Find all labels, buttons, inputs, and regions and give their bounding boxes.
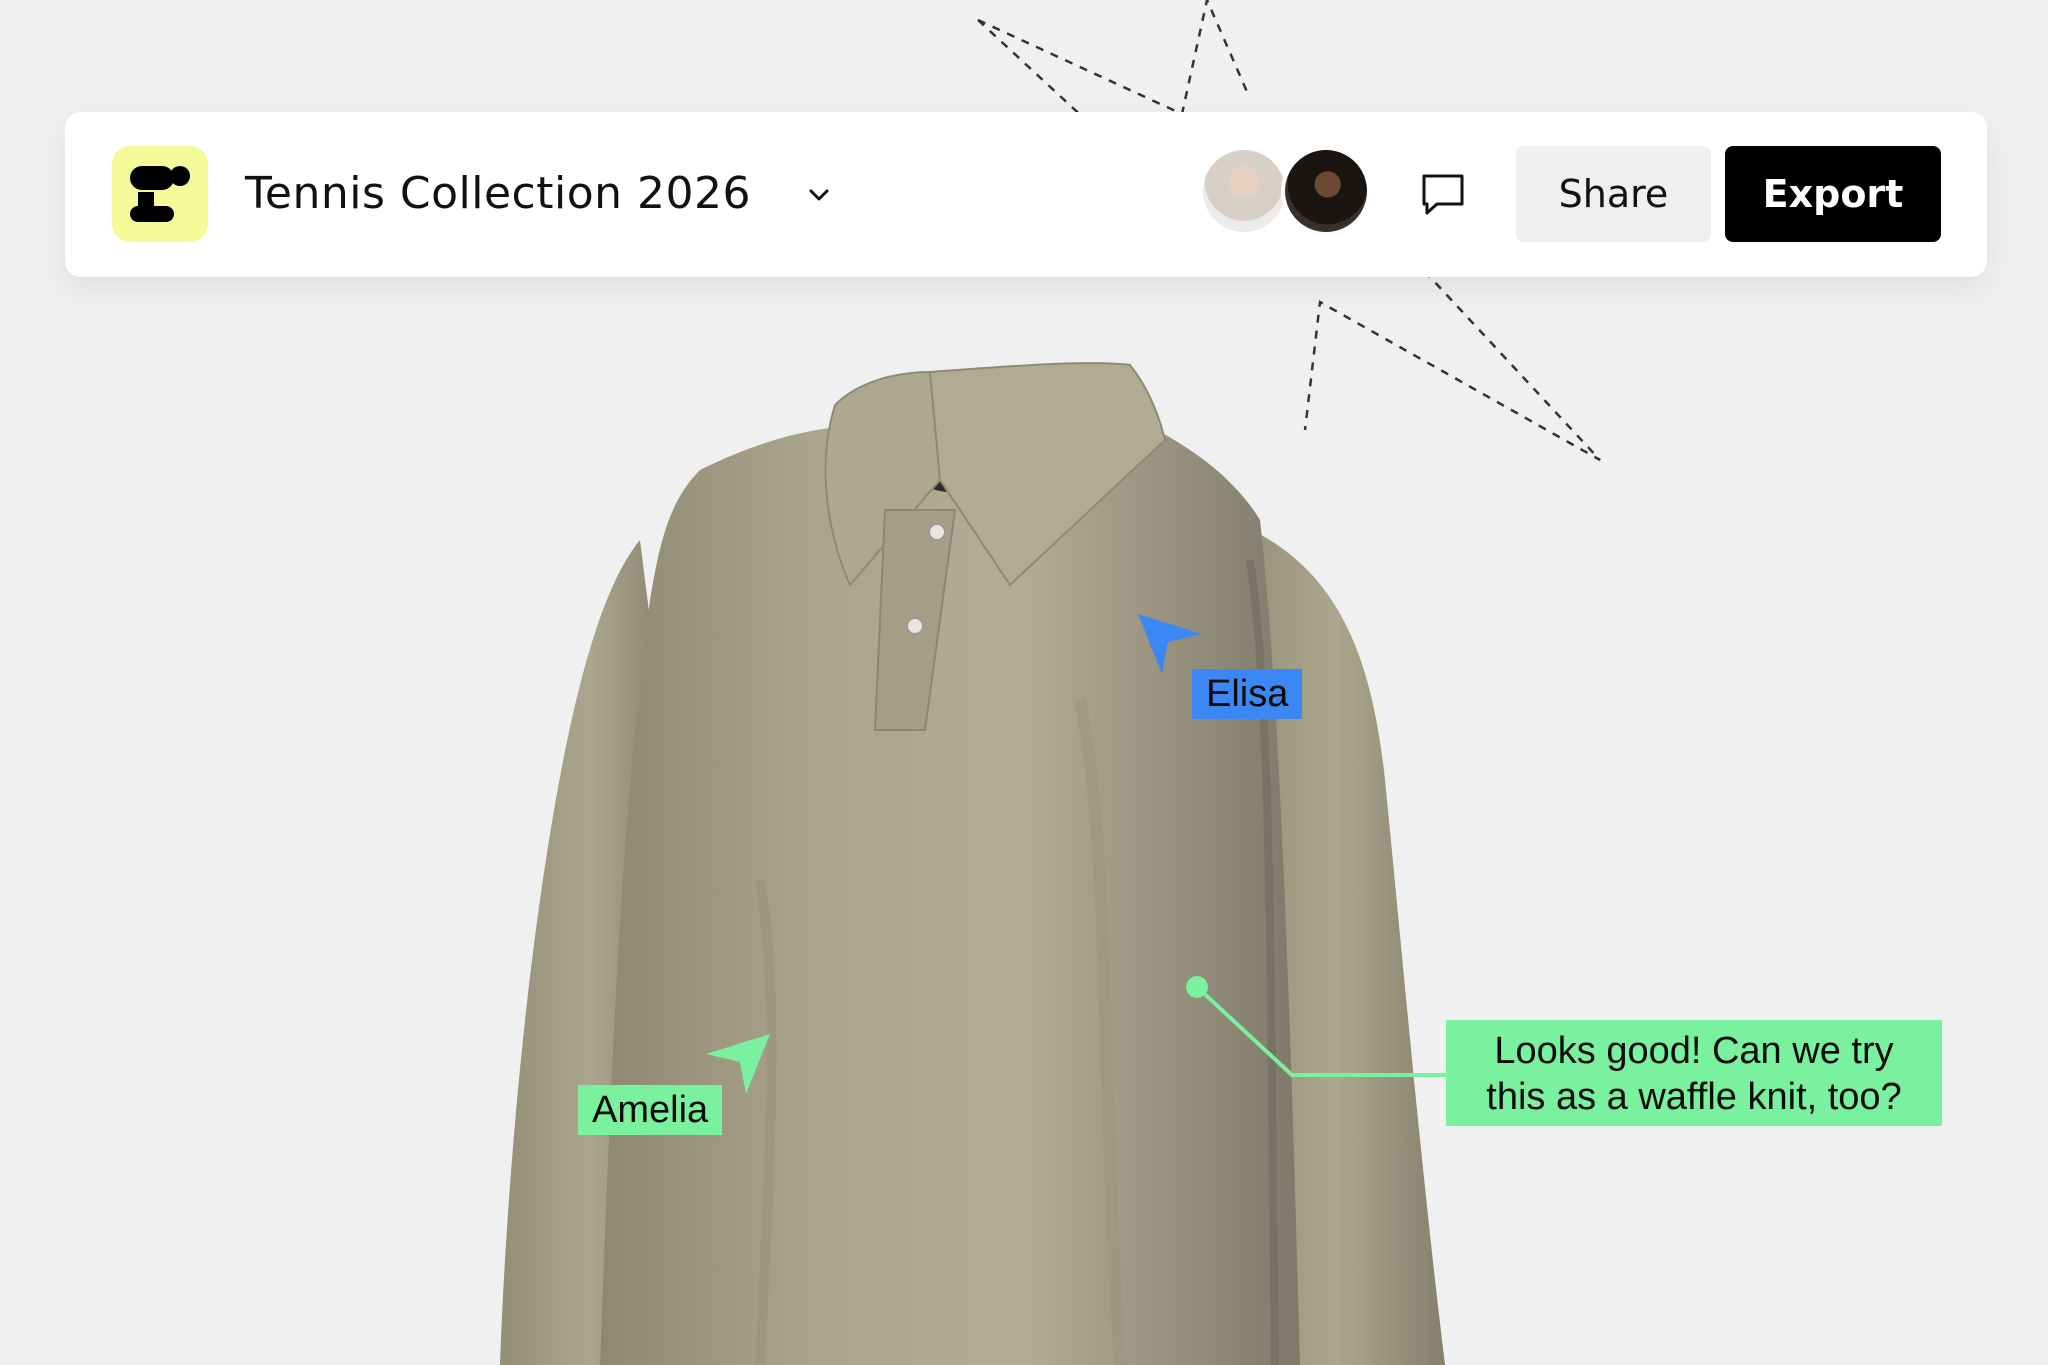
chevron-down-icon[interactable] bbox=[802, 178, 836, 212]
comment-text-line-2: this as a waffle knit, too? bbox=[1486, 1076, 1902, 1118]
top-toolbar: Tennis Collection 2026 Share Export bbox=[65, 112, 1987, 277]
amelia-cursor-label: Amelia bbox=[578, 1085, 723, 1135]
collaborator-avatar-2[interactable] bbox=[1281, 146, 1371, 236]
collaborator-avatar-1[interactable] bbox=[1199, 146, 1289, 236]
elisa-cursor-label: Elisa bbox=[1192, 669, 1303, 719]
export-button[interactable]: Export bbox=[1725, 146, 1941, 242]
share-button[interactable]: Share bbox=[1516, 146, 1711, 242]
project-title[interactable]: Tennis Collection 2026 bbox=[245, 166, 751, 222]
logo-icon[interactable] bbox=[112, 146, 208, 242]
button-top bbox=[928, 523, 946, 541]
comment-connector bbox=[1186, 976, 1448, 1077]
elisa-cursor-icon bbox=[1138, 614, 1202, 674]
button-bottom bbox=[906, 617, 924, 635]
comment-bubble[interactable]: Looks good! Can we try this as a waffle … bbox=[1446, 1020, 1942, 1126]
speech-bubble-icon[interactable] bbox=[1417, 168, 1469, 220]
comment-text-line-1: Looks good! Can we try bbox=[1494, 1030, 1894, 1072]
